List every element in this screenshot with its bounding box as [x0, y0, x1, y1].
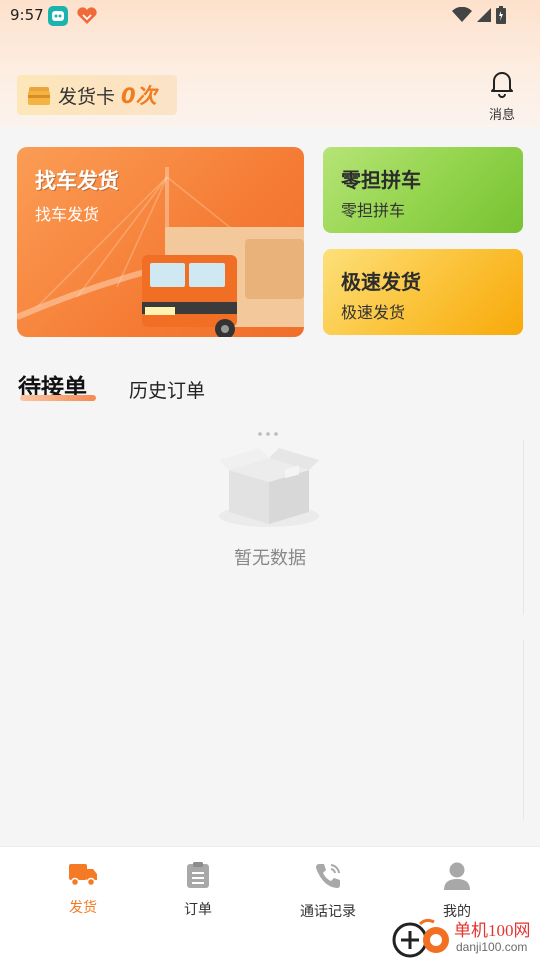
scroll-indicator: [523, 440, 524, 615]
status-bar: 9:57: [0, 0, 540, 32]
shipping-card-counter[interactable]: 发货卡 0次: [17, 75, 177, 115]
find-truck-title: 找车发货: [35, 169, 119, 193]
nav-call-log[interactable]: 通话记录: [283, 861, 373, 921]
express-ship-subtitle: 极速发货: [341, 303, 406, 322]
less-than-load-subtitle: 零担拼车: [341, 201, 406, 220]
nav-ship-label: 发货: [69, 900, 97, 916]
app-notification-icon: [48, 6, 68, 26]
watermark-title: 单机100网: [454, 921, 531, 940]
tab-history-orders[interactable]: 历史订单: [129, 376, 205, 403]
watermark-logo-icon: [392, 918, 449, 958]
status-time: 9:57: [10, 6, 44, 24]
nav-call-log-label: 通话记录: [300, 904, 356, 920]
watermark-url: danji100.com: [456, 940, 528, 954]
wallet-icon: [27, 84, 51, 106]
empty-box-icon: [215, 426, 323, 530]
nav-profile[interactable]: 我的: [412, 861, 502, 921]
nav-orders-label: 订单: [184, 902, 212, 918]
find-truck-card[interactable]: 找车发货 找车发货: [17, 147, 304, 337]
site-watermark: 单机100网 danji100.com: [390, 916, 540, 960]
user-icon: [443, 861, 471, 895]
find-truck-subtitle: 找车发货: [35, 205, 100, 224]
nav-orders[interactable]: 订单: [153, 861, 243, 919]
less-than-load-title: 零担拼车: [341, 168, 421, 192]
heart-notification-icon: [76, 6, 97, 26]
express-ship-title: 极速发货: [341, 270, 421, 294]
status-icons: [452, 6, 506, 24]
shipping-card-label: 发货卡: [58, 85, 116, 108]
clipboard-icon: [185, 861, 211, 893]
active-tab-indicator: [20, 395, 96, 401]
express-ship-card[interactable]: 极速发货 极速发货: [323, 249, 523, 335]
phone-icon: [313, 861, 343, 895]
scroll-indicator: [523, 640, 524, 820]
nav-ship[interactable]: 发货: [38, 861, 128, 917]
less-than-load-card[interactable]: 零担拼车 零担拼车: [323, 147, 523, 233]
truck-icon: [68, 861, 98, 891]
messages-label: 消息: [488, 108, 515, 123]
shipping-card-count: 0次: [121, 84, 157, 108]
messages-button[interactable]: 消息: [482, 68, 522, 124]
empty-state-text: 暂无数据: [234, 548, 306, 569]
bell-icon: [487, 68, 517, 102]
wifi-icon: [452, 7, 472, 22]
signal-icon: [477, 8, 491, 22]
battery-icon: [496, 6, 506, 24]
